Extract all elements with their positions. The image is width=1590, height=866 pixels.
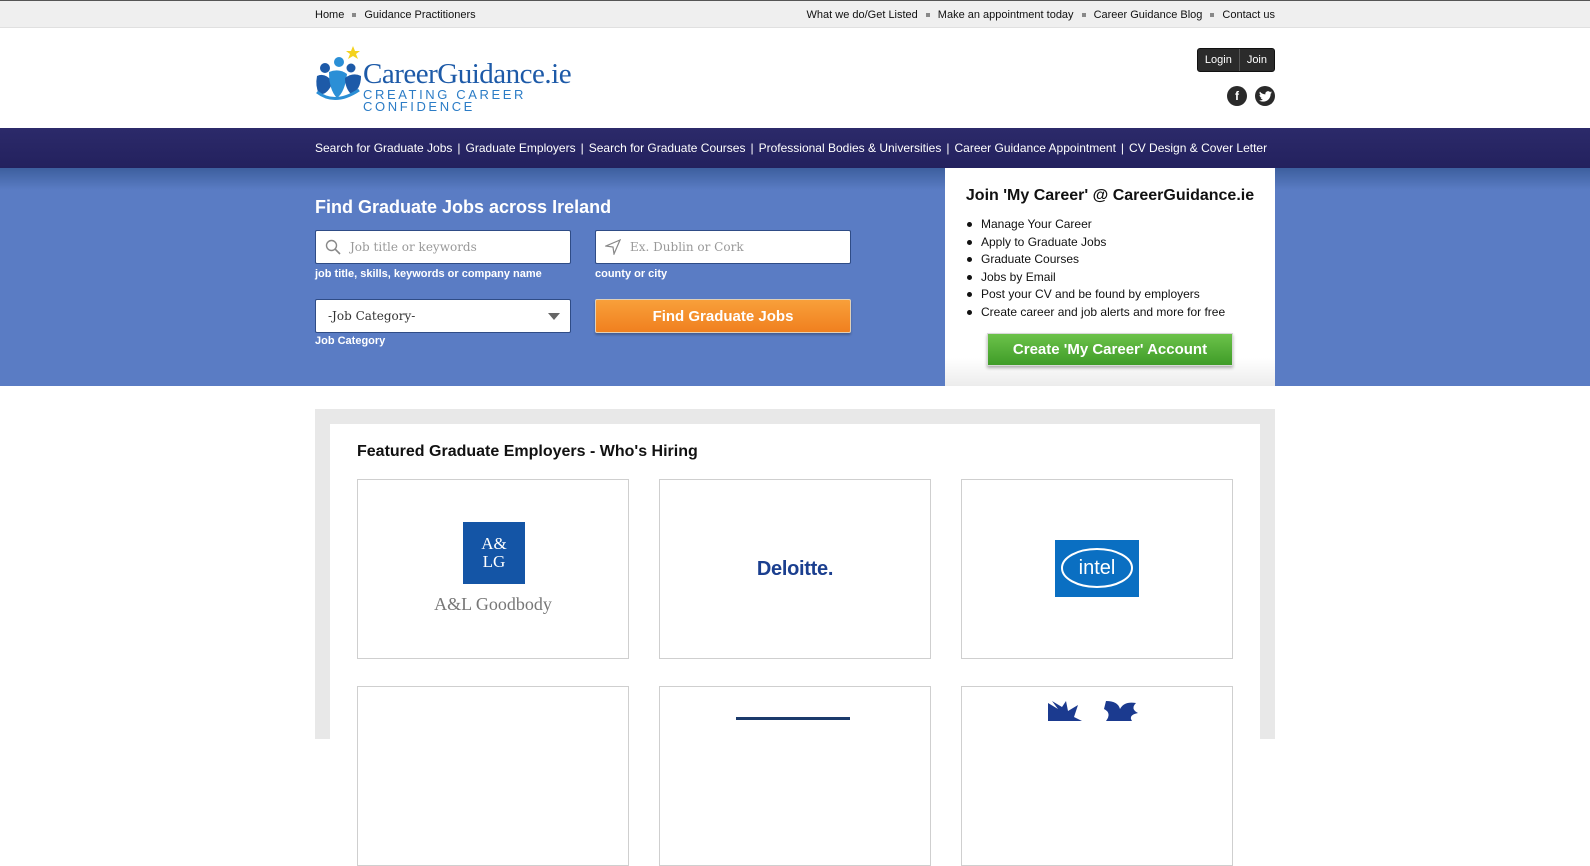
nav-professional-bodies[interactable]: Professional Bodies & Universities (759, 141, 942, 155)
nav-separator: | (580, 141, 584, 155)
benefit-item: Apply to Graduate Jobs (967, 234, 1275, 252)
featured-employers-panel: Featured Graduate Employers - Who's Hiri… (330, 424, 1260, 866)
join-button[interactable]: Join (1240, 49, 1274, 71)
top-nav-left: Home Guidance Practitioners (315, 9, 476, 21)
main-nav: Search for Graduate Jobs | Graduate Empl… (0, 128, 1590, 168)
employer-card[interactable] (357, 686, 629, 866)
topnav-guidance-practitioners-link[interactable]: Guidance Practitioners (364, 9, 475, 21)
auth-buttons: Login Join (1196, 48, 1275, 72)
nav-separator: | (750, 141, 754, 155)
logo-wordmark: CareerGuidance.ie (363, 58, 572, 90)
benefit-item: Post your CV and be found by employers (967, 286, 1275, 304)
join-benefits-list: Manage Your Career Apply to Graduate Job… (967, 216, 1275, 321)
topnav-blog-link[interactable]: Career Guidance Blog (1094, 9, 1203, 21)
employer-card-deloitte[interactable]: Deloitte. (659, 479, 931, 659)
topnav-contact-link[interactable]: Contact us (1222, 9, 1275, 21)
deloitte-logo: Deloitte. (756, 558, 834, 580)
intel-logo-text: intel (1078, 557, 1116, 579)
employer-card[interactable] (659, 686, 931, 866)
nav-separator: | (1120, 141, 1125, 155)
al-goodbody-logo-text: A&L Goodbody (434, 594, 552, 614)
employer-card-intel[interactable]: intel (961, 479, 1233, 659)
benefit-item: Manage Your Career (967, 216, 1275, 234)
nav-graduate-employers[interactable]: Graduate Employers (466, 141, 576, 155)
nav-cv-design[interactable]: CV Design & Cover Letter (1129, 141, 1267, 155)
nav-separator (352, 12, 357, 17)
location-placeholder: Ex. Dublin or Cork (630, 240, 744, 254)
topnav-what-we-do-link[interactable]: What we do/Get Listed (807, 9, 918, 21)
chevron-down-icon (548, 313, 560, 320)
nav-graduate-jobs[interactable]: Search for Graduate Jobs (315, 141, 452, 155)
facebook-icon[interactable]: f (1227, 86, 1247, 106)
job-category-value: -Job Category- (328, 309, 416, 323)
employer-logo-partial (736, 717, 850, 720)
job-category-hint: Job Category (315, 335, 386, 347)
search-title: Find Graduate Jobs across Ireland (315, 197, 612, 217)
benefit-item: Jobs by Email (967, 269, 1275, 287)
featured-title: Featured Graduate Employers - Who's Hiri… (357, 443, 698, 460)
create-account-button[interactable]: Create 'My Career' Account (987, 333, 1233, 366)
nav-graduate-courses[interactable]: Search for Graduate Courses (589, 141, 746, 155)
search-icon (325, 239, 341, 255)
find-graduate-jobs-button[interactable]: Find Graduate Jobs (595, 299, 851, 333)
intel-logo: intel (1055, 540, 1139, 597)
nav-separator (925, 12, 930, 17)
employer-card[interactable] (961, 686, 1233, 866)
benefit-item: Create career and job alerts and more fo… (967, 304, 1275, 322)
site-header: CareerGuidance.ie CREATING CAREER CONFID… (0, 28, 1590, 128)
logo-tagline: CREATING CAREER CONFIDENCE (363, 87, 526, 114)
crest-logo-icon (1048, 701, 1138, 721)
twitter-icon[interactable] (1255, 86, 1275, 106)
topnav-appointment-link[interactable]: Make an appointment today (938, 9, 1074, 21)
nav-separator: | (457, 141, 461, 155)
top-nav-right: What we do/Get Listed Make an appointmen… (807, 9, 1275, 21)
nav-separator (1210, 12, 1215, 17)
join-title: Join 'My Career' @ CareerGuidance.ie (965, 187, 1255, 204)
nav-separator: | (946, 141, 950, 155)
nav-career-guidance-appointment[interactable]: Career Guidance Appointment (954, 141, 1115, 155)
logo-text: CareerGuidance.ie CREATING CAREER CONFID… (363, 59, 625, 113)
al-goodbody-logo-mark: A& LG (463, 522, 525, 584)
logo-figures-icon (316, 46, 361, 100)
employer-card-al-goodbody[interactable]: A& LG A&L Goodbody (357, 479, 629, 659)
hero-search: Find Graduate Jobs across Ireland Job ti… (0, 168, 1590, 386)
site-logo[interactable]: CareerGuidance.ie CREATING CAREER CONFID… (315, 46, 625, 113)
location-input[interactable]: Ex. Dublin or Cork (595, 230, 851, 264)
location-hint: county or city (595, 268, 668, 280)
keywords-placeholder: Job title or keywords (350, 240, 477, 254)
social-links: f (1227, 86, 1275, 106)
nav-separator (1081, 12, 1086, 17)
featured-employers-section: Featured Graduate Employers - Who's Hiri… (315, 409, 1275, 866)
join-my-career-panel: Join 'My Career' @ CareerGuidance.ie Man… (945, 168, 1275, 386)
benefit-item: Graduate Courses (967, 251, 1275, 269)
top-bar: Home Guidance Practitioners What we do/G… (0, 0, 1590, 28)
keywords-hint: job title, skills, keywords or company n… (315, 268, 542, 280)
topnav-home-link[interactable]: Home (315, 9, 344, 21)
login-button[interactable]: Login (1198, 49, 1239, 71)
location-arrow-icon (605, 239, 621, 255)
job-category-select[interactable]: -Job Category- (315, 299, 571, 333)
keywords-input[interactable]: Job title or keywords (315, 230, 571, 264)
